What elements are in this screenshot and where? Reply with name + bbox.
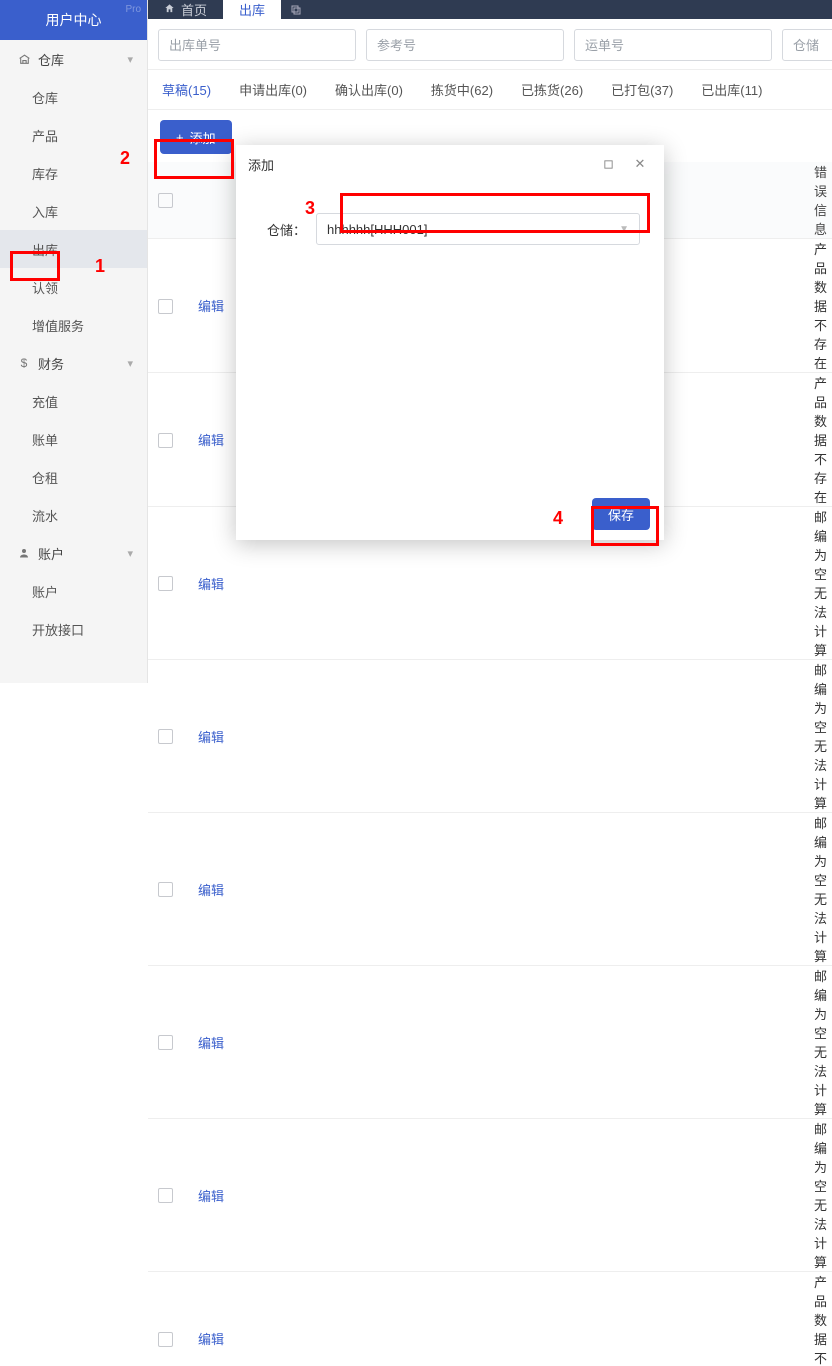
add-dialog: 添加 ✕ 仓储： hhhhhh[HHH001] ▼ 保存 <box>236 145 664 540</box>
status-tabs: 草稿(15) 申请出库(0) 确认出库(0) 拣货中(62) 已拣货(26) 已… <box>148 70 832 110</box>
status-tab-confirm[interactable]: 确认出库(0) <box>335 80 403 99</box>
waybill-input[interactable] <box>574 29 772 61</box>
nav-label: 仓库 <box>38 50 64 69</box>
dialog-title: 添加 <box>248 155 588 174</box>
user-icon <box>16 547 32 559</box>
row-checkbox[interactable] <box>158 1035 173 1050</box>
nav-sub-account[interactable]: 账户 <box>0 572 147 610</box>
table-row: 编辑 邮编为空无法计算 <box>148 966 832 1119</box>
header-error: 错误信息 <box>804 162 832 239</box>
edit-link[interactable]: 编辑 <box>198 299 224 314</box>
caret-down-icon: ▼ <box>619 224 629 235</box>
filter-bar <box>148 19 832 70</box>
add-label: 添加 <box>190 128 216 147</box>
edit-link[interactable]: 编辑 <box>198 883 224 898</box>
edit-link[interactable]: 编辑 <box>198 730 224 745</box>
nav-sub-rent[interactable]: 仓租 <box>0 458 147 496</box>
nav-group-account[interactable]: 账户 <box>0 534 147 572</box>
status-tab-picked[interactable]: 已拣货(26) <box>521 80 583 99</box>
status-tab-shipped[interactable]: 已出库(11) <box>701 80 762 99</box>
row-checkbox[interactable] <box>158 1332 173 1347</box>
error-cell: 产品数据不存在 <box>804 239 832 373</box>
tab-outbound[interactable]: 出库 <box>223 0 281 19</box>
nav-sub-product[interactable]: 产品 <box>0 116 147 154</box>
error-cell: 产品数据不存在 <box>804 1272 832 1366</box>
edit-link[interactable]: 编辑 <box>198 577 224 592</box>
table-row: 编辑 邮编为空无法计算 <box>148 1119 832 1272</box>
nav-sub-warehouse[interactable]: 仓库 <box>0 78 147 116</box>
dollar-icon: $ <box>16 356 32 370</box>
row-checkbox[interactable] <box>158 433 173 448</box>
order-cell <box>284 966 564 1119</box>
top-tabs: 首页 出库 <box>148 0 832 19</box>
table-row: 编辑 邮编为空无法计算 <box>148 813 832 966</box>
header-checkbox[interactable] <box>158 193 173 208</box>
error-cell: 邮编为空无法计算 <box>804 813 832 966</box>
tab-home[interactable]: 首页 <box>148 0 223 19</box>
status-tab-draft[interactable]: 草稿(15) <box>162 80 211 99</box>
order-no-input[interactable] <box>158 29 356 61</box>
nav-sub-open-api[interactable]: 开放接口 <box>0 610 147 648</box>
status-tab-apply[interactable]: 申请出库(0) <box>239 80 307 99</box>
row-checkbox[interactable] <box>158 729 173 744</box>
nav-label: 账户 <box>38 544 64 563</box>
order-cell <box>284 660 564 813</box>
sidebar: 用户中心 Pro 仓库 仓库 产品 库存 入库 出库 认领 增值服务 $ 财务 … <box>0 0 148 683</box>
storage-label: 仓储： <box>260 220 306 239</box>
row-checkbox[interactable] <box>158 576 173 591</box>
status-tab-packed[interactable]: 已打包(37) <box>611 80 673 99</box>
close-icon[interactable]: ✕ <box>628 152 652 176</box>
nav-sub-inventory[interactable]: 库存 <box>0 154 147 192</box>
order-cell <box>284 1272 564 1366</box>
order-cell <box>284 813 564 966</box>
edit-link[interactable]: 编辑 <box>198 1036 224 1051</box>
row-checkbox[interactable] <box>158 299 173 314</box>
storage-value: hhhhhh[HHH001] <box>327 222 427 237</box>
bank-icon <box>16 53 32 66</box>
sidebar-header: 用户中心 Pro <box>0 0 147 40</box>
edit-link[interactable]: 编辑 <box>198 1332 224 1347</box>
dialog-footer: 保存 <box>236 488 664 540</box>
nav-sub-flow[interactable]: 流水 <box>0 496 147 534</box>
row-checkbox[interactable] <box>158 1188 173 1203</box>
ref-no-input[interactable] <box>366 29 564 61</box>
edit-link[interactable]: 编辑 <box>198 1189 224 1204</box>
nav-sub-claim[interactable]: 认领 <box>0 268 147 306</box>
save-button[interactable]: 保存 <box>592 498 650 530</box>
dialog-header: 添加 ✕ <box>236 145 664 183</box>
dialog-body: 仓储： hhhhhh[HHH001] ▼ <box>236 183 664 488</box>
sidebar-title: 用户中心 <box>46 10 102 30</box>
nav-sub-recharge[interactable]: 充值 <box>0 382 147 420</box>
detach-icon[interactable] <box>281 0 311 19</box>
table-row: 编辑 邮编为空无法计算 <box>148 660 832 813</box>
plus-icon: + <box>176 130 184 145</box>
nav-sub-vas[interactable]: 增值服务 <box>0 306 147 344</box>
error-cell: 邮编为空无法计算 <box>804 507 832 660</box>
storage-input[interactable] <box>782 29 832 61</box>
table-row: 编辑 产品数据不存在 <box>148 1272 832 1366</box>
home-icon <box>164 3 175 17</box>
order-cell <box>284 1119 564 1272</box>
storage-select[interactable]: hhhhhh[HHH001] ▼ <box>316 213 640 245</box>
pro-badge: Pro <box>125 4 141 15</box>
error-cell: 邮编为空无法计算 <box>804 966 832 1119</box>
error-cell: 产品数据不存在 <box>804 373 832 507</box>
nav-sub-outbound[interactable]: 出库 <box>0 230 147 268</box>
row-checkbox[interactable] <box>158 882 173 897</box>
edit-link[interactable]: 编辑 <box>198 433 224 448</box>
nav-group-finance[interactable]: $ 财务 <box>0 344 147 382</box>
nav-sub-inbound[interactable]: 入库 <box>0 192 147 230</box>
maximize-icon[interactable] <box>596 152 620 176</box>
nav-label: 财务 <box>38 354 64 373</box>
nav-sub-bill[interactable]: 账单 <box>0 420 147 458</box>
add-button[interactable]: + 添加 <box>160 120 232 154</box>
status-tab-picking[interactable]: 拣货中(62) <box>431 80 493 99</box>
error-cell: 邮编为空无法计算 <box>804 660 832 813</box>
error-cell: 邮编为空无法计算 <box>804 1119 832 1272</box>
nav-group-warehouse[interactable]: 仓库 <box>0 40 147 78</box>
